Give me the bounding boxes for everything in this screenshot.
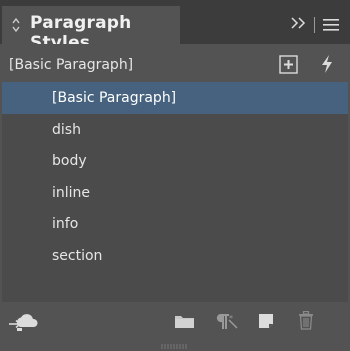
- style-list-item[interactable]: [Basic Paragraph]: [2, 82, 348, 114]
- trash-icon[interactable]: [298, 311, 314, 330]
- current-style-label: [Basic Paragraph]: [9, 57, 134, 73]
- style-list-item[interactable]: section: [2, 240, 348, 272]
- new-style-group-icon[interactable]: [279, 55, 298, 74]
- up-down-arrows-icon[interactable]: [11, 17, 21, 33]
- resize-grip-icon[interactable]: [160, 344, 190, 349]
- new-style-icon[interactable]: [258, 313, 274, 329]
- style-list: [Basic Paragraph] dish body inline info …: [2, 82, 348, 302]
- double-chevron-right-icon[interactable]: [290, 17, 306, 29]
- tab-paragraph-styles[interactable]: Paragraph Styles: [2, 6, 180, 53]
- style-item-label: [Basic Paragraph]: [52, 90, 177, 106]
- style-list-item[interactable]: body: [2, 145, 348, 177]
- style-item-label: inline: [52, 185, 91, 201]
- style-list-item[interactable]: inline: [2, 177, 348, 209]
- style-item-label: section: [52, 248, 103, 264]
- folder-icon[interactable]: [174, 313, 195, 329]
- lightning-icon[interactable]: [320, 54, 334, 74]
- hamburger-menu-icon[interactable]: [323, 18, 339, 32]
- style-item-label: info: [52, 216, 79, 232]
- tab-divider: [314, 17, 315, 33]
- style-list-item[interactable]: dish: [2, 114, 348, 146]
- style-item-label: body: [52, 153, 87, 169]
- pilcrow-clear-overrides-icon[interactable]: *: [213, 312, 239, 330]
- panel-tab-bar: Paragraph Styles: [0, 0, 350, 53]
- svg-text:*: *: [229, 314, 233, 323]
- style-list-item[interactable]: info: [2, 208, 348, 240]
- style-item-label: dish: [52, 122, 81, 138]
- cloud-upload-icon[interactable]: [8, 311, 38, 333]
